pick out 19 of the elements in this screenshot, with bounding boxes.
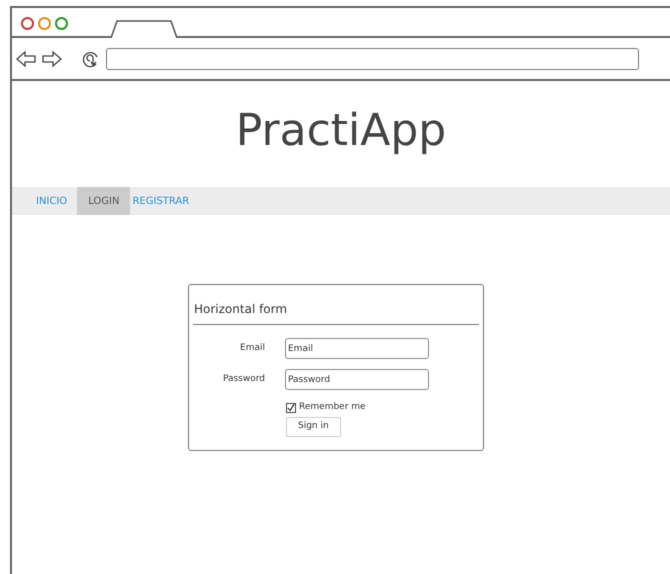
field-label: Email	[239, 342, 265, 355]
browser-tab[interactable]	[110, 20, 178, 38]
remember-checkbox[interactable]	[286, 402, 296, 413]
nav-link[interactable]: INICIO	[34, 187, 70, 215]
close-icon[interactable]	[21, 17, 34, 30]
input-field[interactable]: Password	[285, 369, 429, 390]
sign-in-button[interactable]: Sign in	[286, 416, 341, 436]
field-label: Password	[222, 372, 265, 386]
nav-link[interactable]: REGISTRAR	[130, 187, 192, 215]
form-title: Horizontal form	[194, 302, 288, 316]
input-field[interactable]: Email	[285, 338, 429, 359]
minimize-icon[interactable]	[38, 17, 51, 30]
nav-link[interactable]: LOGIN	[77, 187, 130, 215]
forward-arrow-icon[interactable]	[42, 50, 62, 68]
app-title: PractiApp	[236, 109, 446, 158]
maximize-icon[interactable]	[55, 17, 68, 30]
address-bar[interactable]	[106, 48, 639, 70]
back-arrow-icon[interactable]	[16, 50, 36, 68]
remember-label: Remember me	[299, 401, 366, 414]
